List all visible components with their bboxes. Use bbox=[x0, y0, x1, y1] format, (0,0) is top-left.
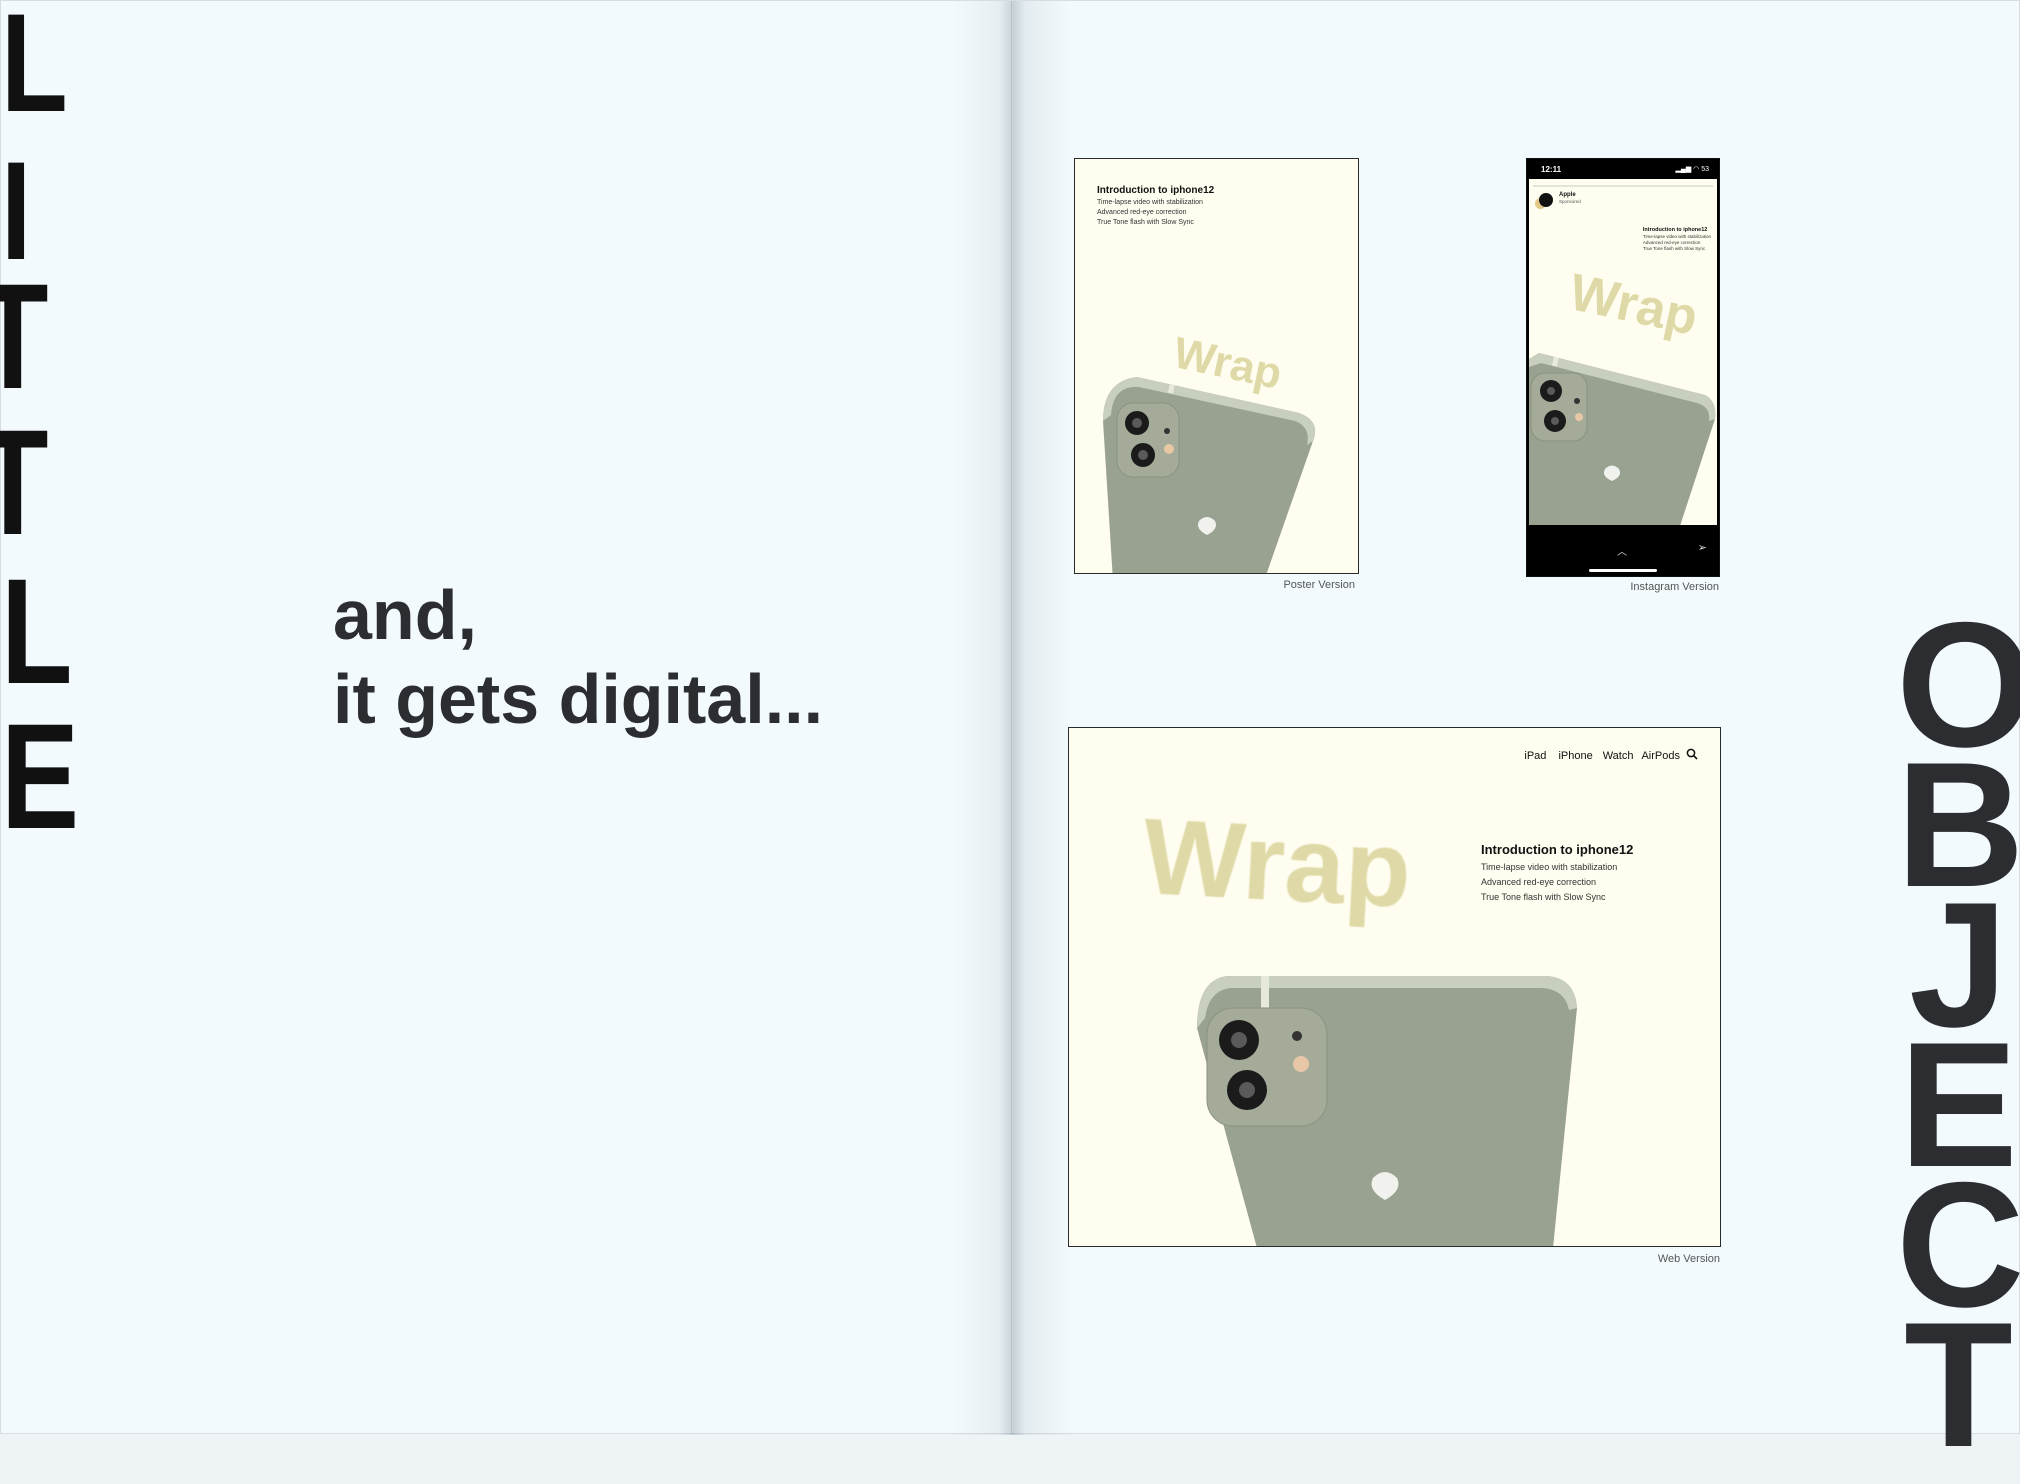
nav-iphone[interactable]: iPhone bbox=[1558, 750, 1592, 762]
web-intro-title: Introduction to iphone12 bbox=[1481, 842, 1634, 857]
nav-watch[interactable]: Watch bbox=[1603, 750, 1634, 762]
account-name: Apple bbox=[1559, 192, 1576, 198]
poster-mockup: Introduction to iphone12 Time-lapse vide… bbox=[1074, 158, 1359, 574]
web-intro-line: True Tone flash with Slow Sync bbox=[1481, 892, 1606, 902]
web-intro-line: Advanced red-eye correction bbox=[1481, 877, 1597, 887]
poster-intro-line: True Tone flash with Slow Sync bbox=[1097, 219, 1194, 226]
letter-e: E bbox=[1, 692, 80, 860]
poster-caption: Poster Version bbox=[1283, 579, 1355, 591]
iphone-image bbox=[1197, 976, 1577, 1246]
web-intro: Introduction to iphone12 Time-lapse vide… bbox=[1481, 842, 1633, 902]
vertical-word-little: L I T T L E bbox=[0, 0, 111, 861]
web-caption: Web Version bbox=[1657, 1253, 1720, 1265]
poster-intro-line: Advanced red-eye correction bbox=[1097, 209, 1187, 216]
iphone-image bbox=[1103, 377, 1316, 573]
letter-t: T bbox=[1904, 1285, 2013, 1484]
story-progress-bar bbox=[1533, 185, 1713, 187]
instagram-story-screen: Apple Sponsored Introduction to iphone12… bbox=[1529, 179, 1717, 525]
magazine-spread: L I T T L E and, it gets digital... Intr… bbox=[0, 0, 2020, 1474]
insta-intro-title: Introduction to iphone12 bbox=[1642, 227, 1708, 233]
vertical-word-object: O B J E C T bbox=[1896, 596, 2020, 1474]
poster-intro-title: Introduction to iphone12 bbox=[1097, 185, 1215, 196]
web-nav: iPad iPhone Watch AirPods bbox=[1524, 748, 1698, 762]
home-indicator bbox=[1589, 569, 1657, 572]
status-icons: ▂▄▆ ◠ 53 bbox=[1675, 166, 1709, 173]
instagram-caption: Instagram Version bbox=[1630, 581, 1719, 593]
headline: and, it gets digital... bbox=[333, 573, 823, 741]
insta-intro-line: True Tone flash with Slow Sync bbox=[1642, 246, 1706, 251]
web-mockup: iPad iPhone Watch AirPods Wrap Introduct… bbox=[1068, 727, 1721, 1247]
iphone-image bbox=[1529, 353, 1716, 525]
search-icon[interactable] bbox=[1686, 748, 1698, 760]
nav-ipad[interactable]: iPad bbox=[1524, 750, 1546, 762]
headline-line-2: it gets digital... bbox=[333, 660, 824, 738]
web-intro-line: Time-lapse video with stabilization bbox=[1481, 862, 1618, 872]
headline-line-1: and, bbox=[333, 576, 477, 654]
instagram-mockup: 12:11 ▂▄▆ ◠ 53 Apple Sponsored Introduct… bbox=[1526, 158, 1720, 577]
poster-intro-line: Time-lapse video with stabilization bbox=[1097, 199, 1203, 206]
web-wrap-word: Wrap bbox=[1140, 795, 1415, 930]
letter-l-1: L bbox=[1, 0, 68, 141]
insta-intro: Introduction to iphone12 Time-lapse vide… bbox=[1643, 227, 1711, 251]
chevron-up-icon[interactable]: ︿ bbox=[1617, 543, 1627, 558]
nav-airpods[interactable]: AirPods bbox=[1641, 750, 1680, 762]
status-time: 12:11 bbox=[1541, 165, 1562, 174]
send-icon[interactable]: ➢ bbox=[1698, 541, 1707, 554]
letter-t-2: T bbox=[0, 407, 48, 557]
poster-intro: Introduction to iphone12 Time-lapse vide… bbox=[1097, 185, 1214, 226]
insta-intro-line: Advanced red-eye correction bbox=[1642, 240, 1701, 245]
letter-l-2: L bbox=[1, 547, 73, 715]
letter-t-1: T bbox=[0, 261, 48, 411]
page-gutter-line bbox=[1011, 1, 1012, 1435]
insta-wrap-word: Wrap bbox=[1564, 263, 1703, 347]
account-sub: Sponsored bbox=[1559, 199, 1581, 204]
avatar bbox=[1539, 193, 1553, 207]
insta-intro-line: Time-lapse video with stabilization bbox=[1642, 234, 1711, 239]
